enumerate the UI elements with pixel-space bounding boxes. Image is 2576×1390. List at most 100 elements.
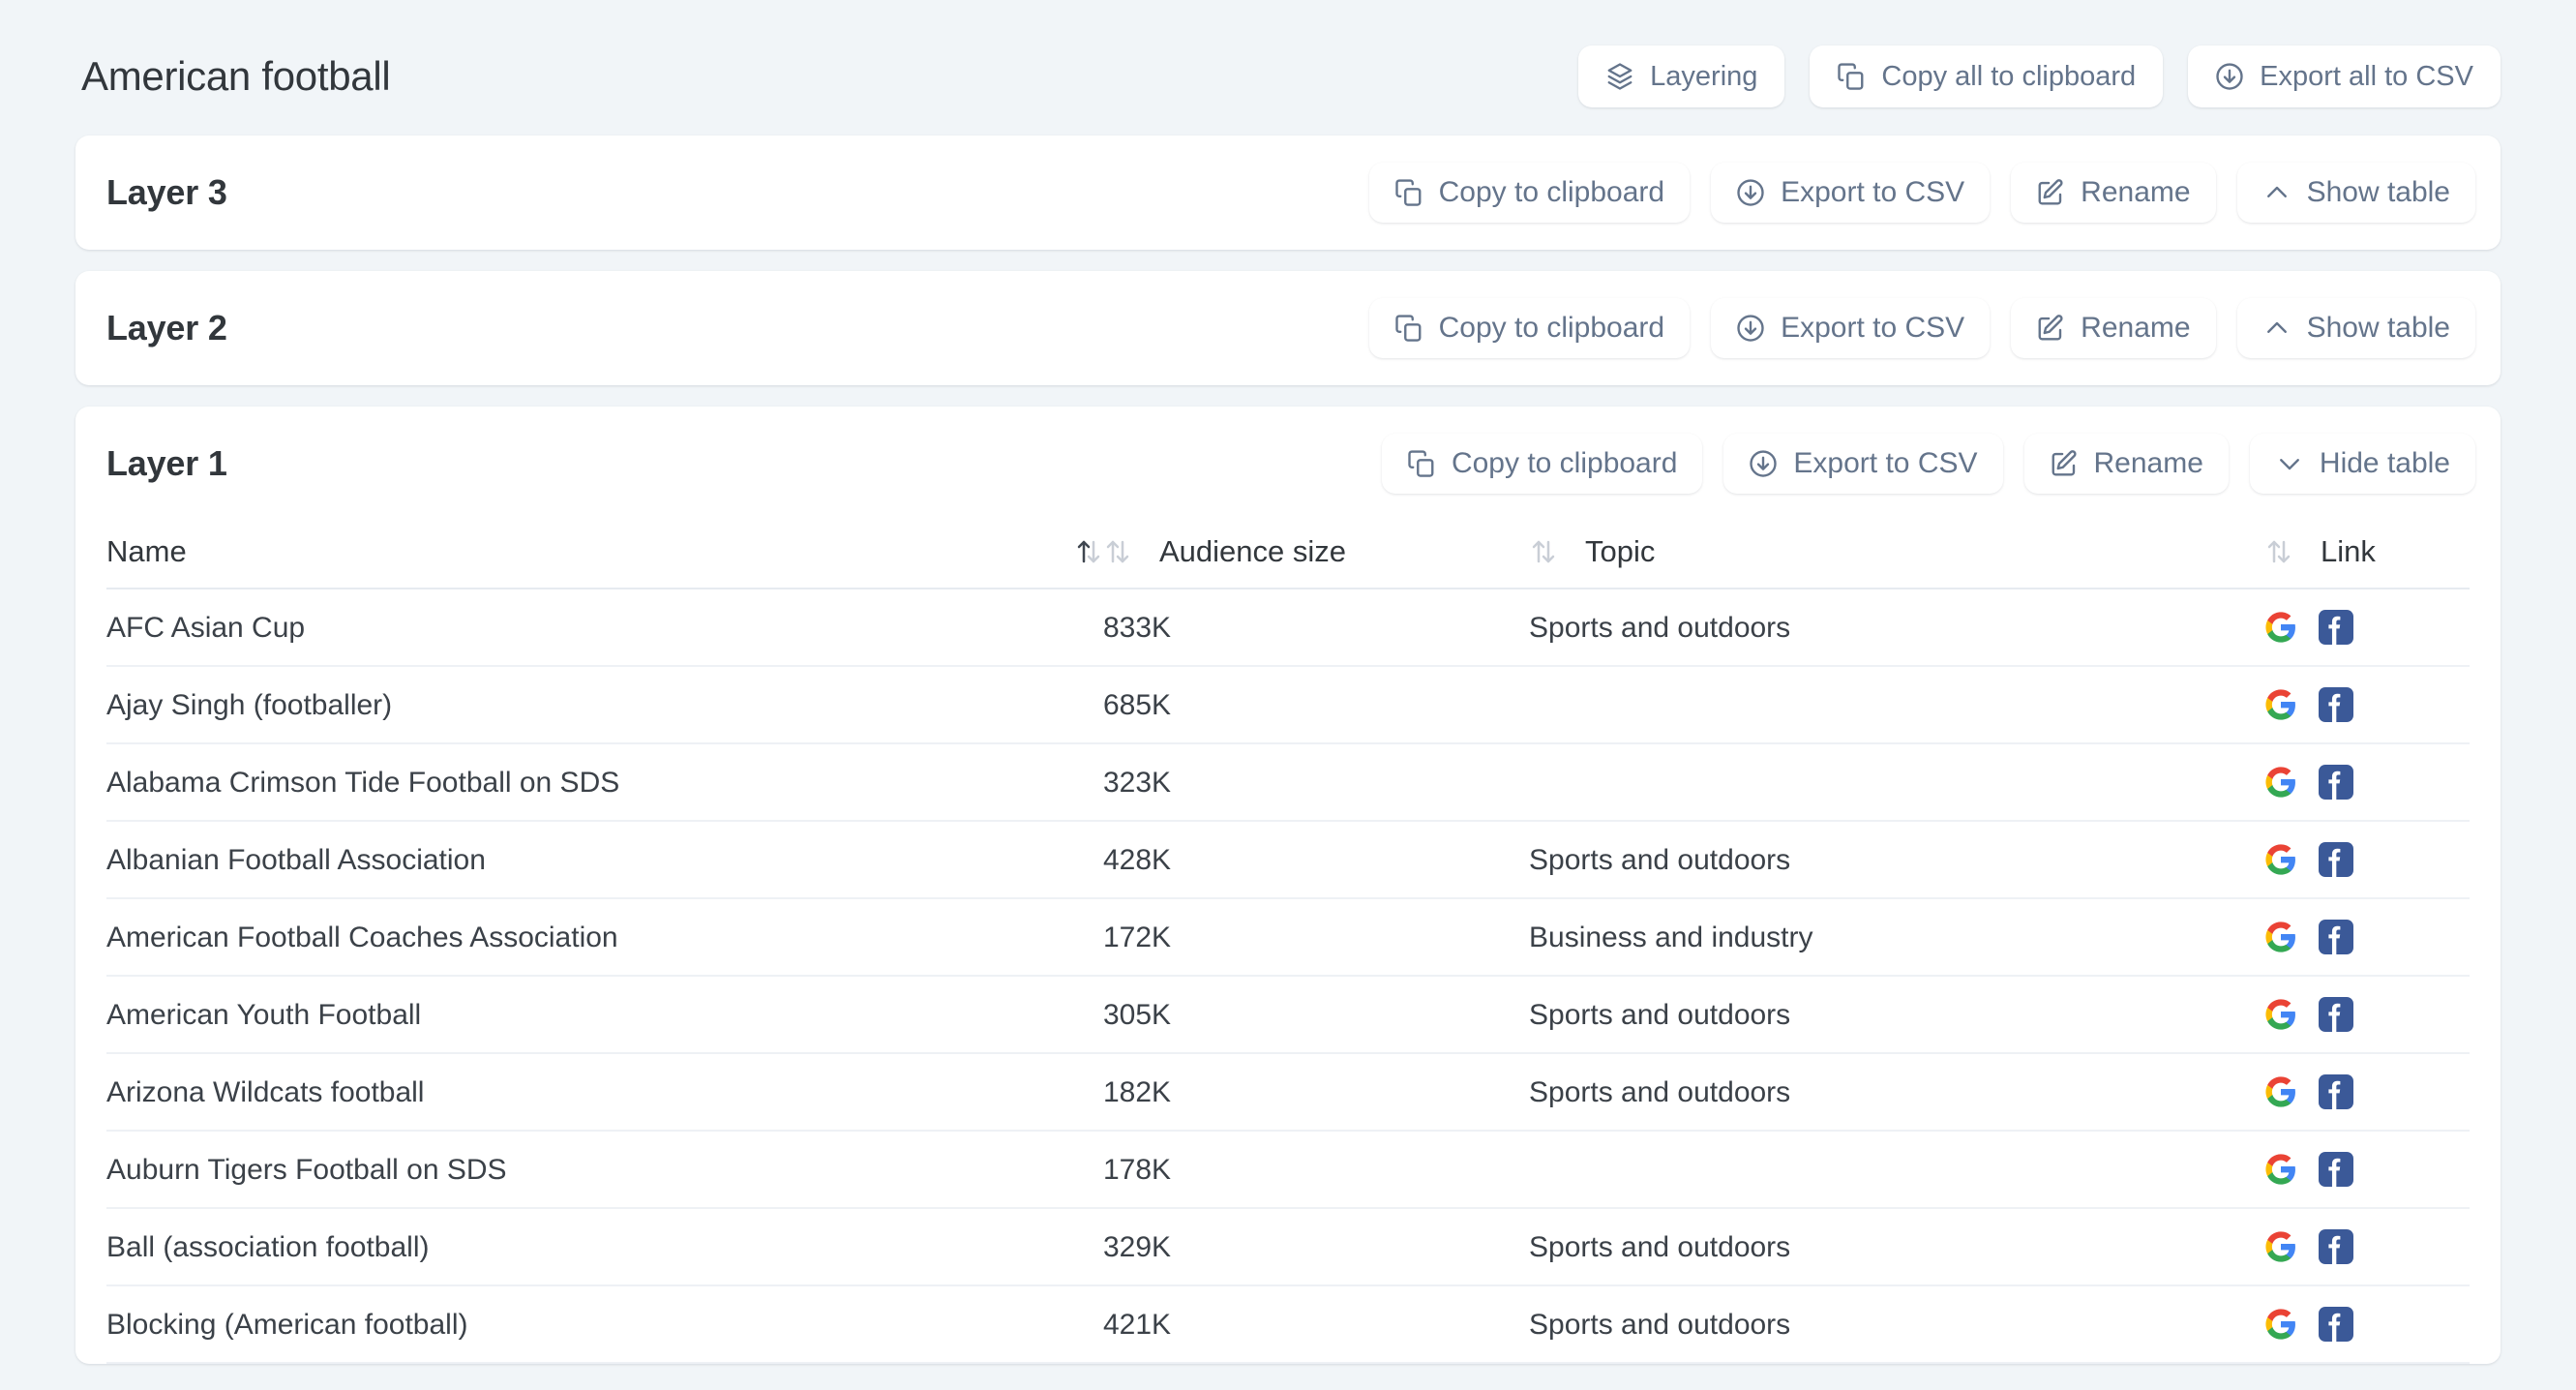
google-search-link[interactable] <box>2264 1153 2297 1186</box>
sort-arrows-icon[interactable] <box>1529 537 1558 566</box>
download-icon <box>1736 314 1765 343</box>
sort-arrows-icon[interactable] <box>1074 537 1103 566</box>
google-icon <box>2265 612 2295 643</box>
facebook-link[interactable] <box>2319 1074 2353 1109</box>
layer-1-copy-to-clipboard-button[interactable]: Copy to clipboard <box>1381 434 1703 494</box>
link-icons <box>2264 610 2470 645</box>
column-header-topic-label: Topic <box>1585 534 1656 568</box>
cell-name: Albanian Football Association <box>106 821 1103 899</box>
google-search-link[interactable] <box>2264 688 2297 721</box>
cell-topic: Sports and outdoors <box>1529 976 2264 1054</box>
google-search-link[interactable] <box>2264 921 2297 953</box>
facebook-icon <box>2319 920 2353 954</box>
facebook-icon <box>2319 765 2353 800</box>
chevron-up-icon <box>2262 314 2291 343</box>
column-header-link-label: Link <box>2321 534 2376 568</box>
google-search-link[interactable] <box>2264 1308 2297 1341</box>
facebook-icon <box>2319 610 2353 645</box>
google-search-link[interactable] <box>2264 766 2297 799</box>
edit-pencil-icon <box>2036 178 2065 207</box>
table-row: Ajay Singh (footballer) 685K <box>106 666 2470 744</box>
chevron-up-icon <box>2262 178 2291 207</box>
google-search-link[interactable] <box>2264 998 2297 1031</box>
layer-2-copy-to-clipboard-button[interactable]: Copy to clipboard <box>1368 298 1691 358</box>
cell-audience-size: 685K <box>1103 666 1529 744</box>
cell-name: American Football Coaches Association <box>106 898 1103 977</box>
facebook-link[interactable] <box>2319 1229 2353 1264</box>
layer-1-copy-label: Copy to clipboard <box>1451 447 1678 479</box>
cell-name: AFC Asian Cup <box>106 589 1103 667</box>
facebook-link[interactable] <box>2319 920 2353 954</box>
chevron-down-icon <box>2275 449 2304 478</box>
google-search-link[interactable] <box>2264 611 2297 644</box>
layer-3-toggle-label: Show table <box>2306 176 2450 208</box>
cell-audience-size: 182K <box>1103 1053 1529 1132</box>
copy-all-to-clipboard-button[interactable]: Copy all to clipboard <box>1810 45 2164 107</box>
layer-1-title: Layer 1 <box>106 443 227 483</box>
facebook-link[interactable] <box>2319 1307 2353 1342</box>
table-row: American Football Coaches Association 172… <box>106 898 2470 977</box>
google-search-link[interactable] <box>2264 843 2297 876</box>
google-icon <box>2265 922 2295 952</box>
facebook-link[interactable] <box>2319 842 2353 877</box>
layer-1-toggle-label: Hide table <box>2319 447 2450 479</box>
download-icon <box>2215 62 2244 91</box>
cell-link <box>2264 1208 2470 1286</box>
layer-2-copy-label: Copy to clipboard <box>1438 312 1665 344</box>
layer-3-rename-button[interactable]: Rename <box>2011 163 2216 223</box>
export-all-to-csv-button[interactable]: Export all to CSV <box>2188 45 2501 107</box>
cell-audience-size: 172K <box>1103 898 1529 977</box>
cell-name: Ball (association football) <box>106 1208 1103 1286</box>
column-header-audience-size[interactable]: Audience size <box>1103 521 1529 589</box>
facebook-icon <box>2319 1229 2353 1264</box>
facebook-icon <box>2319 1074 2353 1109</box>
layer-3-export-to-csv-button[interactable]: Export to CSV <box>1711 163 1991 223</box>
table-header-row: Name Audience size Topic Link <box>106 521 2470 589</box>
cell-topic: Sports and outdoors <box>1529 589 2264 667</box>
cell-topic: Sports and outdoors <box>1529 1285 2264 1364</box>
layer-2-actions: Copy to clipboard Export to CSV Rename S… <box>1368 298 2475 358</box>
facebook-link[interactable] <box>2319 997 2353 1032</box>
facebook-link[interactable] <box>2319 765 2353 800</box>
cell-topic: Sports and outdoors <box>1529 1053 2264 1132</box>
google-search-link[interactable] <box>2264 1230 2297 1263</box>
layer-3-copy-to-clipboard-button[interactable]: Copy to clipboard <box>1368 163 1691 223</box>
link-icons <box>2264 1229 2470 1264</box>
facebook-link[interactable] <box>2319 687 2353 722</box>
layer-3-actions: Copy to clipboard Export to CSV Rename S… <box>1368 163 2475 223</box>
layer-3-show-table-button[interactable]: Show table <box>2236 163 2475 223</box>
copy-icon <box>1407 449 1436 478</box>
column-header-link[interactable]: Link <box>2264 521 2470 589</box>
column-header-topic[interactable]: Topic <box>1529 521 2264 589</box>
edit-pencil-icon <box>2050 449 2079 478</box>
layer-1-export-label: Export to CSV <box>1793 447 1978 479</box>
google-search-link[interactable] <box>2264 1075 2297 1108</box>
cell-name: Auburn Tigers Football on SDS <box>106 1131 1103 1209</box>
sort-arrows-icon[interactable] <box>1103 537 1132 566</box>
facebook-link[interactable] <box>2319 610 2353 645</box>
cell-link <box>2264 1131 2470 1209</box>
google-icon <box>2265 1231 2295 1262</box>
layering-button[interactable]: Layering <box>1578 45 1785 107</box>
column-header-name[interactable]: Name <box>106 521 1103 589</box>
layer-2-show-table-button[interactable]: Show table <box>2236 298 2475 358</box>
sort-arrows-icon[interactable] <box>2264 537 2293 566</box>
table-row: AFC Asian Cup 833K Sports and outdoors <box>106 589 2470 667</box>
google-icon <box>2265 999 2295 1030</box>
layer-2-rename-button[interactable]: Rename <box>2011 298 2216 358</box>
layer-1-rename-button[interactable]: Rename <box>2023 434 2229 494</box>
facebook-icon <box>2319 842 2353 877</box>
layer-3-title: Layer 3 <box>106 172 227 212</box>
table-row: Auburn Tigers Football on SDS 178K <box>106 1131 2470 1209</box>
layer-1-hide-table-button[interactable]: Hide table <box>2249 434 2475 494</box>
cell-audience-size: 178K <box>1103 1131 1529 1209</box>
layer-2-export-to-csv-button[interactable]: Export to CSV <box>1711 298 1991 358</box>
page-title: American football <box>81 53 391 99</box>
facebook-link[interactable] <box>2319 1152 2353 1187</box>
layer-card-1-header: Layer 1 Copy to clipboard Export to CSV … <box>75 407 2501 521</box>
cell-link <box>2264 1053 2470 1132</box>
cell-link <box>2264 743 2470 822</box>
layer-1-export-to-csv-button[interactable]: Export to CSV <box>1723 434 2003 494</box>
layer-1-rename-label: Rename <box>2093 447 2203 479</box>
cell-audience-size: 428K <box>1103 821 1529 899</box>
